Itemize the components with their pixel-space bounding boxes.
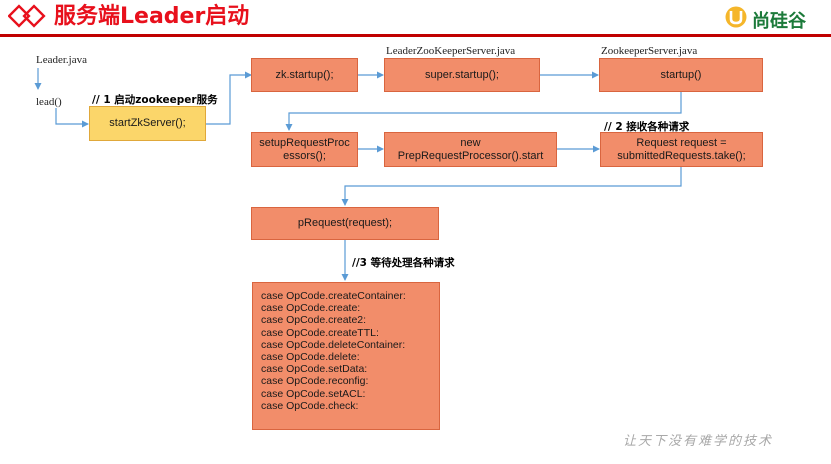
prep-request-processor-label-line2: PrepRequestProcessor().start (397, 149, 544, 162)
p-request-label: pRequest(request); (297, 217, 393, 229)
code-line: case OpCode.deleteContainer: (261, 338, 406, 351)
arrow-lead-to-startzk (55, 108, 89, 128)
opcode-cases-box: case OpCode.createContainer: case OpCode… (252, 282, 440, 430)
p-request-box: pRequest(request); (251, 207, 439, 240)
code-line: case OpCode.setData: (261, 363, 368, 376)
start-zk-server-label: startZkServer(); (109, 117, 186, 129)
code-line: case OpCode.setACL: (261, 387, 366, 400)
prep-request-processor-label-line1: new (460, 136, 481, 149)
code-line: case OpCode.create: (261, 302, 361, 315)
prep-request-processor-box: new PrepRequestProcessor().start (384, 132, 557, 167)
setup-request-processors-box: setupRequestProc essors(); (251, 132, 358, 167)
request-take-label-line1: Request request = (636, 136, 727, 149)
code-line: case OpCode.createContainer: (261, 290, 406, 302)
startup-label: startup() (660, 68, 702, 81)
start-zk-server-box: startZkServer(); (89, 106, 206, 141)
request-take-label-line2: submittedRequests.take(); (617, 149, 746, 162)
super-startup-label: super.startup(); (425, 68, 499, 81)
code-line: case OpCode.createTTL: (261, 326, 379, 339)
code-line: case OpCode.create2: (261, 314, 367, 327)
zk-startup-box: zk.startup(); (251, 58, 358, 92)
label-leader-java: Leader.java (36, 54, 87, 66)
code-line: case OpCode.delete: (261, 351, 360, 364)
code-line: case OpCode.check: (261, 399, 359, 412)
label-leader-zookeeper-server-java: LeaderZooKeeperServer.java (386, 45, 516, 57)
code-line: case OpCode.reconfig: (261, 375, 369, 388)
setup-request-processors-label: setupRequestProc essors(); (259, 136, 350, 162)
label-lead-method: lead() (36, 96, 62, 108)
zk-startup-label: zk.startup(); (275, 68, 334, 81)
request-take-box: Request request = submittedRequests.take… (600, 132, 763, 167)
slide: 服务端Leader启动 尚硅谷 Leader.java lead() Leade… (0, 0, 831, 464)
note-process-requests: //3 等待处理各种请求 (352, 257, 455, 269)
arrow-request-to-prequest (341, 167, 682, 206)
super-startup-box: super.startup(); (384, 58, 540, 92)
note-start-zookeeper: // 1 启动zookeeper服务 (92, 94, 218, 106)
label-zookeeper-server-java: ZookeeperServer.java (601, 45, 698, 57)
footer-slogan: 让天下没有难学的技术 (623, 434, 774, 449)
startup-box: startup() (599, 58, 763, 92)
